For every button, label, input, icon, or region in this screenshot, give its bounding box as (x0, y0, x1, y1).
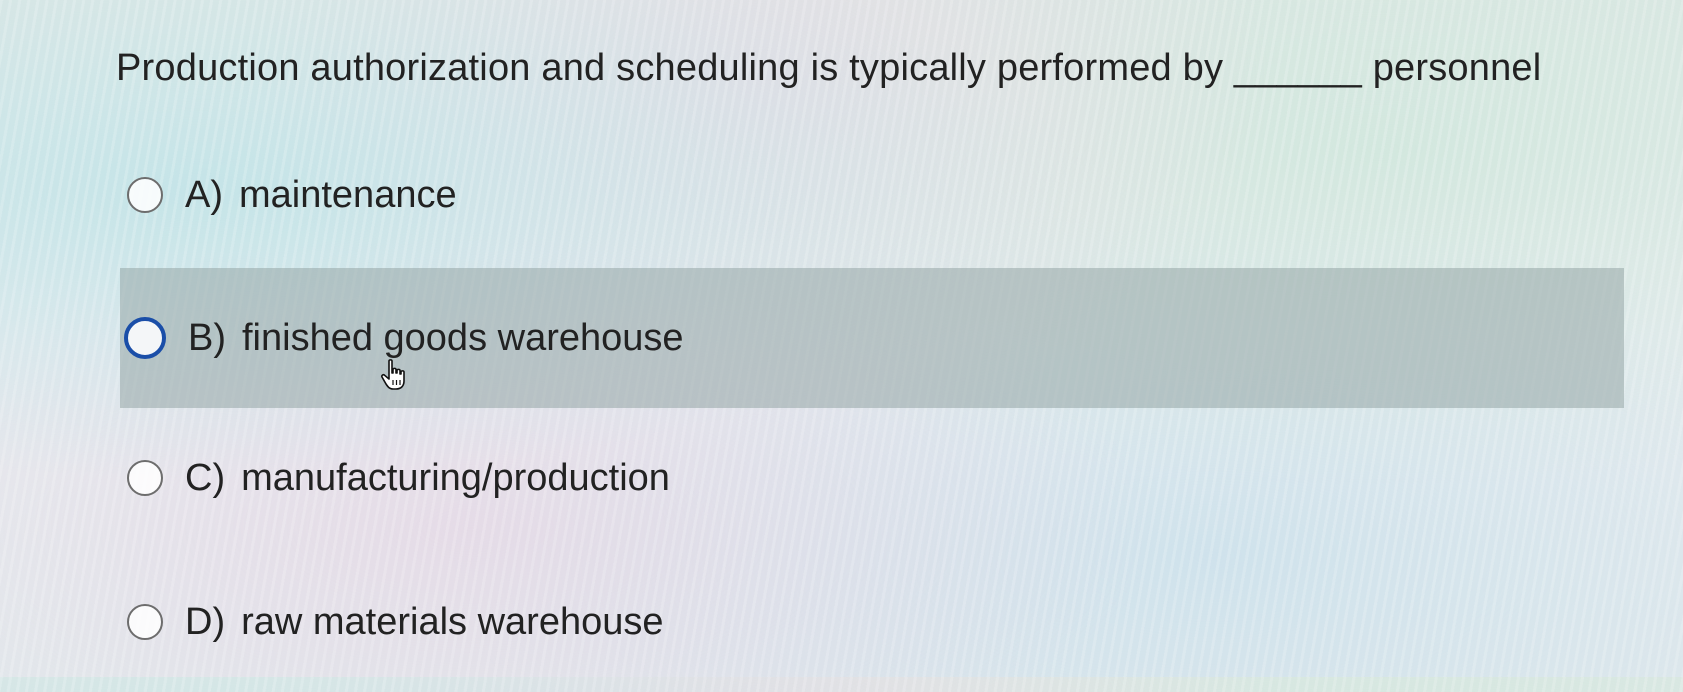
option-a-label: A) maintenance (185, 171, 457, 219)
option-b[interactable]: B) finished goods warehouse (120, 268, 1624, 408)
option-a-letter: A) (185, 174, 223, 216)
option-b-text: finished goods warehouse (242, 317, 684, 359)
radio-button-b[interactable] (124, 317, 166, 359)
option-d-label: D) raw materials warehouse (185, 598, 664, 646)
question-text: Production authorization and scheduling … (116, 47, 1542, 89)
option-a-text: maintenance (239, 174, 457, 216)
radio-button-d[interactable] (127, 604, 163, 640)
option-c-text: manufacturing/production (241, 457, 670, 499)
option-d-text: raw materials warehouse (241, 601, 664, 643)
option-a[interactable]: A) maintenance (120, 125, 1624, 265)
radio-button-a[interactable] (127, 177, 163, 213)
option-d-letter: D) (185, 601, 226, 643)
hand-pointer-icon (381, 359, 405, 390)
option-b-label: B) finished goods warehouse (188, 314, 684, 362)
option-c-label: C) manufacturing/production (185, 454, 670, 502)
option-b-letter: B) (188, 317, 226, 359)
option-c[interactable]: C) manufacturing/production (120, 408, 1624, 548)
option-d[interactable]: D) raw materials warehouse (120, 552, 1624, 692)
radio-button-c[interactable] (127, 460, 163, 496)
option-c-letter: C) (185, 457, 226, 499)
